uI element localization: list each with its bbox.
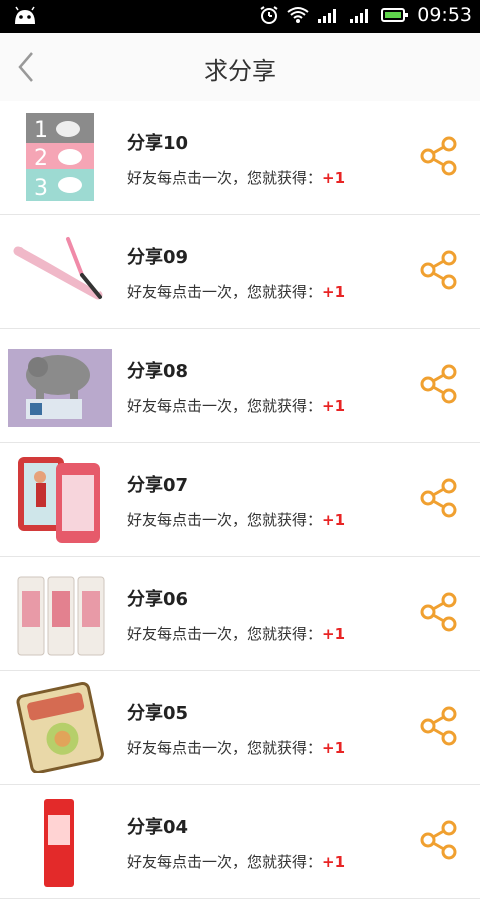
share-button[interactable] xyxy=(418,705,460,747)
reward-value: +1 xyxy=(322,169,346,187)
item-description: 好友每点击一次，您就获得：+1 xyxy=(127,737,345,758)
status-icons: 09:53 xyxy=(259,4,472,26)
status-bar: 09:53 xyxy=(0,0,480,33)
share-icon xyxy=(420,706,457,746)
item-description: 好友每点击一次，您就获得：+1 xyxy=(127,623,345,644)
share-button[interactable] xyxy=(418,477,460,519)
app-header: 求分享 xyxy=(0,33,480,102)
reward-value: +1 xyxy=(322,283,346,301)
page-title: 求分享 xyxy=(204,57,276,85)
signal-icon xyxy=(318,9,337,23)
android-icon xyxy=(12,6,38,30)
item-name: 分享04 xyxy=(127,817,189,838)
item-name: 分享10 xyxy=(127,133,189,154)
share-icon xyxy=(420,820,457,860)
product-thumbnail: 1 2 3 xyxy=(8,111,112,203)
battery-icon xyxy=(381,8,409,22)
share-button[interactable] xyxy=(418,363,460,405)
wifi-icon xyxy=(287,7,309,23)
share-list: 1 2 3 分享10 好友每点击一次，您就获得：+1 分享09 好友每点击一次，… xyxy=(0,101,480,899)
product-thumbnail xyxy=(8,681,112,774)
product-thumbnail xyxy=(8,225,112,317)
reward-value: +1 xyxy=(322,397,346,415)
svg-text:2: 2 xyxy=(34,146,48,171)
product-thumbnail xyxy=(8,339,112,431)
item-description: 好友每点击一次，您就获得：+1 xyxy=(127,509,345,530)
item-name: 分享05 xyxy=(127,703,189,724)
share-icon xyxy=(420,364,457,404)
reward-value: +1 xyxy=(322,739,346,757)
product-thumbnail xyxy=(8,795,112,887)
description-text: 好友每点击一次，您就获得： xyxy=(127,625,323,643)
list-item[interactable]: 分享04 好友每点击一次，您就获得：+1 xyxy=(0,785,480,899)
share-button[interactable] xyxy=(418,249,460,291)
item-description: 好友每点击一次，您就获得：+1 xyxy=(127,167,345,188)
share-button[interactable] xyxy=(418,591,460,633)
share-button[interactable] xyxy=(418,819,460,861)
svg-text:3: 3 xyxy=(34,176,48,201)
alarm-icon xyxy=(260,6,278,24)
reward-value: +1 xyxy=(322,511,346,529)
share-icon xyxy=(420,136,457,176)
item-name: 分享09 xyxy=(127,247,189,268)
share-icon xyxy=(420,250,457,290)
signal-icon-2 xyxy=(350,9,369,23)
share-icon xyxy=(420,478,457,518)
svg-text:1: 1 xyxy=(34,118,48,143)
item-name: 分享08 xyxy=(127,361,189,382)
item-description: 好友每点击一次，您就获得：+1 xyxy=(127,395,345,416)
description-text: 好友每点击一次，您就获得： xyxy=(127,283,323,301)
list-item[interactable]: 分享05 好友每点击一次，您就获得：+1 xyxy=(0,671,480,785)
list-item[interactable]: 分享07 好友每点击一次，您就获得：+1 xyxy=(0,443,480,557)
item-name: 分享07 xyxy=(127,475,189,496)
share-button[interactable] xyxy=(418,135,460,177)
list-item[interactable]: 1 2 3 分享10 好友每点击一次，您就获得：+1 xyxy=(0,101,480,215)
list-item[interactable]: 分享09 好友每点击一次，您就获得：+1 xyxy=(0,215,480,329)
list-item[interactable]: 分享08 好友每点击一次，您就获得：+1 xyxy=(0,329,480,443)
description-text: 好友每点击一次，您就获得： xyxy=(127,853,323,871)
description-text: 好友每点击一次，您就获得： xyxy=(127,739,323,757)
description-text: 好友每点击一次，您就获得： xyxy=(127,511,323,529)
description-text: 好友每点击一次，您就获得： xyxy=(127,397,323,415)
item-description: 好友每点击一次，您就获得：+1 xyxy=(127,281,345,302)
reward-value: +1 xyxy=(322,853,346,871)
description-text: 好友每点击一次，您就获得： xyxy=(127,169,323,187)
status-time: 09:53 xyxy=(417,4,472,26)
reward-value: +1 xyxy=(322,625,346,643)
product-thumbnail xyxy=(8,453,112,545)
product-thumbnail xyxy=(8,567,112,659)
list-item[interactable]: 分享06 好友每点击一次，您就获得：+1 xyxy=(0,557,480,671)
share-icon xyxy=(420,592,457,632)
item-name: 分享06 xyxy=(127,589,189,610)
item-description: 好友每点击一次，您就获得：+1 xyxy=(127,851,345,872)
